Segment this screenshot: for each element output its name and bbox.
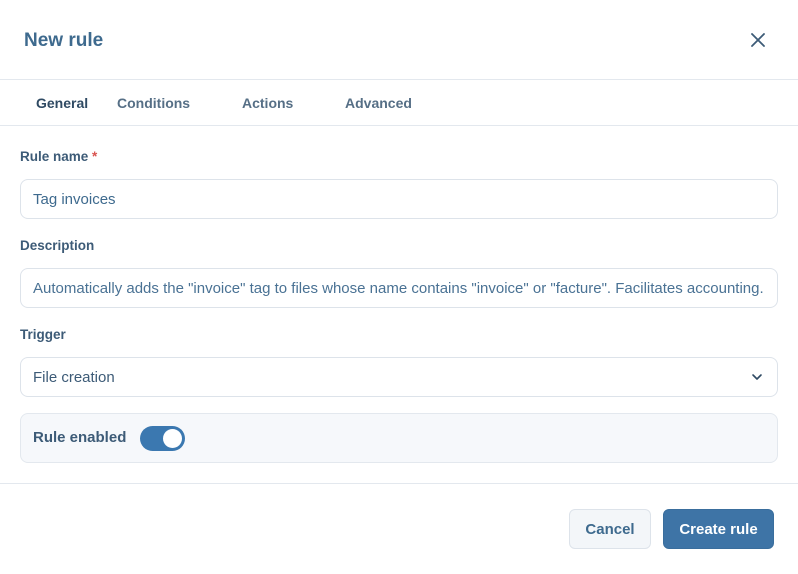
rule-name-label-text: Rule name bbox=[20, 149, 89, 164]
rule-enabled-toggle[interactable] bbox=[140, 426, 185, 451]
toggle-knob bbox=[163, 429, 182, 448]
cancel-button[interactable]: Cancel bbox=[569, 509, 651, 549]
footer-divider bbox=[0, 483, 798, 484]
trigger-label: Trigger bbox=[20, 327, 66, 342]
rule-enabled-row: Rule enabled bbox=[20, 413, 778, 463]
rule-name-label: Rule name * bbox=[20, 149, 97, 164]
tab-advanced[interactable]: Advanced bbox=[345, 95, 412, 111]
tab-general[interactable]: General bbox=[36, 95, 88, 111]
description-label: Description bbox=[20, 238, 95, 253]
dialog-header: New rule bbox=[0, 0, 798, 80]
description-input[interactable] bbox=[21, 269, 777, 307]
close-icon bbox=[751, 33, 765, 47]
tab-bar: General Conditions Actions Advanced bbox=[0, 80, 798, 126]
tab-actions[interactable]: Actions bbox=[242, 95, 293, 111]
trigger-select[interactable]: File creation bbox=[20, 357, 778, 397]
rule-name-field[interactable] bbox=[20, 179, 778, 219]
chevron-down-icon bbox=[752, 374, 762, 380]
tab-conditions[interactable]: Conditions bbox=[117, 95, 190, 111]
close-button[interactable] bbox=[746, 28, 770, 52]
rule-name-input[interactable] bbox=[21, 180, 777, 218]
rule-enabled-label: Rule enabled bbox=[33, 429, 127, 446]
trigger-selected-value: File creation bbox=[33, 369, 115, 386]
create-rule-button[interactable]: Create rule bbox=[663, 509, 774, 549]
description-field[interactable] bbox=[20, 268, 778, 308]
required-marker: * bbox=[92, 149, 98, 164]
dialog-title: New rule bbox=[24, 30, 104, 51]
